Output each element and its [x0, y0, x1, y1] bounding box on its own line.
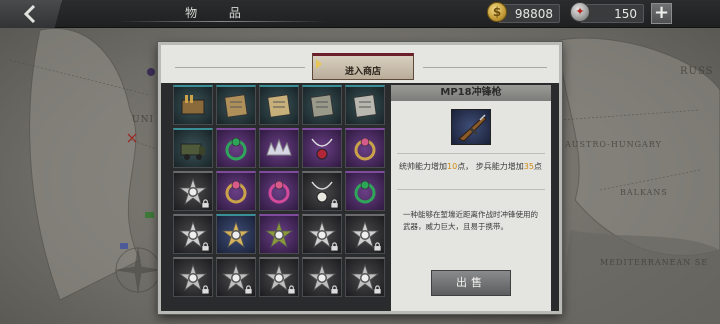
- title-underline: [118, 21, 328, 22]
- lock-icon: [288, 285, 295, 294]
- item-details: MP18冲锋枪 统帅能力增加10点， 步兵能力增加35点 一种能够在堑壕近距离作…: [391, 85, 551, 311]
- lock-icon: [331, 285, 338, 294]
- medal-icon: ✦: [570, 2, 590, 22]
- inventory-slot-map-scroll[interactable]: [216, 85, 256, 125]
- inventory-panel: 进入商店 MP18冲锋枪 统帅能力增加10点， 步兵能力增加35点 一种能够在堑…: [158, 42, 562, 314]
- blue-cross-medal-icon: [222, 221, 250, 249]
- lock-icon: [202, 285, 209, 294]
- inventory-slot-cross-medal-locked[interactable]: [173, 257, 213, 297]
- chevron-left-icon: [23, 5, 36, 23]
- inventory-slot-star-medal-locked-3[interactable]: [345, 214, 385, 254]
- map-scroll-icon: [224, 94, 248, 118]
- item-description: 一种能够在堑壕近距离作战时冲锋使用的武器，威力巨大，且易于携带。: [403, 210, 538, 231]
- stat-value-leadership: 10: [447, 162, 458, 171]
- stat-suffix: 点: [533, 162, 542, 171]
- inventory-slot-emerald-ring[interactable]: [216, 128, 256, 168]
- inventory-slot-emerald-brooch[interactable]: [345, 171, 385, 211]
- inventory-slot-olive-cross-medal[interactable]: [259, 214, 299, 254]
- inventory-slot-document-scroll[interactable]: [259, 85, 299, 125]
- ornate-brooch-icon: [225, 180, 247, 204]
- lock-icon: [331, 199, 338, 208]
- inventory-slot-crown-tiara[interactable]: [259, 128, 299, 168]
- enter-shop-button[interactable]: 进入商店: [312, 53, 414, 80]
- inventory-slot-cross-medal-locked-5[interactable]: [345, 257, 385, 297]
- item-preview: [451, 109, 491, 145]
- inventory-slot-armored-truck[interactable]: [173, 128, 213, 168]
- armored-truck-icon: [180, 143, 205, 160]
- detail-divider-1: [397, 153, 545, 154]
- coin-value: 98808: [514, 7, 553, 21]
- back-button[interactable]: [0, 0, 62, 28]
- inventory-slot-ornate-brooch[interactable]: [216, 171, 256, 211]
- lock-icon: [374, 242, 381, 251]
- add-currency-button[interactable]: +: [651, 3, 672, 24]
- letter-envelope-icon: [353, 94, 377, 118]
- stat-mid: 点， 步兵能力增加: [457, 162, 524, 171]
- top-bar: 物 品 98808 $ 150 ✦ +: [0, 0, 720, 28]
- lock-icon: [331, 242, 338, 251]
- item-name: MP18冲锋枪: [391, 85, 551, 101]
- emerald-ring-icon: [225, 137, 247, 161]
- panel-header: 进入商店: [161, 45, 559, 83]
- stat-prefix: 统帅能力增加: [399, 162, 447, 171]
- stat-value-infantry: 35: [523, 162, 534, 171]
- lock-icon: [374, 285, 381, 294]
- inventory-slot-pearl-necklace[interactable]: [302, 171, 342, 211]
- gold-ring-icon: [354, 137, 376, 161]
- emerald-brooch-icon: [354, 180, 376, 204]
- sell-button[interactable]: 出售: [431, 270, 511, 296]
- enter-shop-label: 进入商店: [344, 67, 381, 77]
- inventory-slot-letter-envelope[interactable]: [345, 85, 385, 125]
- coin-symbol: $: [492, 5, 502, 19]
- olive-cross-medal-icon: [265, 221, 293, 249]
- gem-earrings-icon: [268, 180, 290, 204]
- inventory-slot-silver-medal-locked[interactable]: [173, 171, 213, 211]
- inventory-slot-star-medal-locked[interactable]: [173, 214, 213, 254]
- ammo-box-icon: [181, 95, 205, 115]
- map-label-austro-hungary: AUSTRO-HUNGARY: [565, 140, 662, 149]
- inventory-slot-star-medal-locked-2[interactable]: [302, 214, 342, 254]
- page-title: 物 品: [185, 6, 255, 20]
- map-label-uni: UNI: [132, 115, 155, 125]
- inventory-slot-photograph-stack[interactable]: [302, 85, 342, 125]
- inventory-slot-cross-medal-locked-4[interactable]: [302, 257, 342, 297]
- coin-counter: 98808: [498, 4, 560, 23]
- map-label-mediterranean: MEDITERRANEAN SE: [600, 258, 709, 267]
- inventory-slot-ammo-box[interactable]: [173, 85, 213, 125]
- inventory-slot-gold-ring[interactable]: [345, 128, 385, 168]
- map-label-balkans: BALKANS: [620, 188, 668, 197]
- inventory-slot-cross-medal-locked-3[interactable]: [259, 257, 299, 297]
- header-divider-left: [175, 67, 305, 68]
- lock-icon: [202, 199, 209, 208]
- photograph-stack-icon: [310, 94, 334, 118]
- lock-icon: [245, 285, 252, 294]
- inventory-slot-blue-cross-medal[interactable]: [216, 214, 256, 254]
- ruby-pendant-icon: [311, 138, 333, 160]
- rifle-icon: [458, 114, 487, 142]
- document-scroll-icon: [267, 94, 291, 118]
- item-grid: [173, 85, 391, 313]
- crown-tiara-icon: [266, 138, 292, 156]
- lock-icon: [202, 242, 209, 251]
- detail-divider-2: [397, 189, 545, 190]
- inventory-slot-gem-earrings[interactable]: [259, 171, 299, 211]
- map-label-russia: RUSS: [680, 66, 714, 77]
- item-stats: 统帅能力增加10点， 步兵能力增加35点: [399, 161, 549, 172]
- gold-coin-icon: $: [487, 2, 507, 22]
- medal-value: 150: [614, 7, 637, 21]
- inventory-slot-ruby-pendant[interactable]: [302, 128, 342, 168]
- inventory-slot-cross-medal-locked-2[interactable]: [216, 257, 256, 297]
- header-divider-right: [423, 67, 547, 68]
